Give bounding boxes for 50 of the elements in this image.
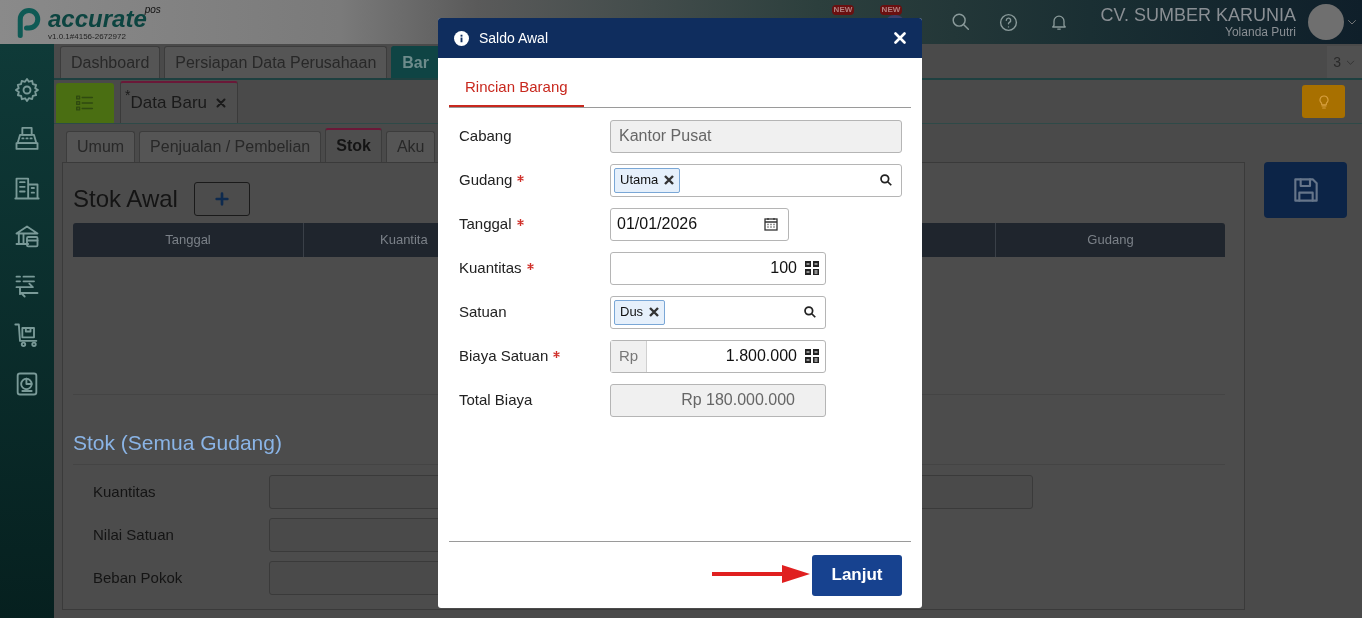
user-name: Yolanda Putri — [1225, 25, 1296, 39]
field-label: Biaya Satuan — [459, 345, 549, 366]
calendar-icon[interactable] — [764, 217, 778, 231]
dialog-tab[interactable]: Rincian Barang — [449, 76, 584, 107]
gear-icon — [13, 76, 41, 104]
info-icon — [454, 30, 469, 46]
company-name: CV. SUMBER KARUNIA — [1100, 5, 1296, 25]
logo-superscript: pos — [144, 3, 161, 15]
cash-register-icon — [13, 125, 41, 153]
field-label: Kuantitas — [459, 257, 522, 278]
tag-chip[interactable]: Utama — [614, 167, 681, 193]
plus-icon — [213, 191, 230, 207]
field-label: Total Biaya — [459, 389, 533, 410]
currency-field[interactable]: Rp 1.800.000 — [610, 339, 826, 373]
tag-search-field[interactable]: Utama — [610, 163, 902, 197]
currency-prefix: Rp — [611, 340, 648, 372]
new-badge: NEW — [879, 5, 903, 15]
field-label: Nilai Satuan — [92, 524, 175, 545]
field-label: Kuantitas — [92, 481, 157, 502]
search-icon[interactable] — [879, 173, 893, 187]
new-badge: NEW — [831, 5, 855, 15]
remove-icon[interactable] — [664, 175, 675, 185]
calculator-icon[interactable] — [805, 349, 819, 363]
save-button[interactable] — [1264, 162, 1347, 218]
summary-title: Stok (Semua Gudang) — [73, 429, 282, 456]
arrow-icon — [712, 564, 810, 584]
field-label: Beban Pokok — [92, 567, 184, 588]
section-title: Stok Awal — [73, 184, 178, 214]
field-label: Cabang — [459, 125, 512, 146]
search-icon[interactable] — [803, 305, 817, 319]
tag-search-field[interactable]: Dus — [610, 295, 826, 329]
main-tab[interactable]: Bar — [391, 46, 440, 78]
field-label: Satuan — [459, 301, 507, 322]
help-icon — [997, 11, 1019, 33]
date-field[interactable]: 01/01/2026 — [610, 207, 789, 241]
version-text: v1.0.1#4156-2672972 — [48, 32, 127, 42]
dialog-title: Saldo Awal — [479, 28, 548, 48]
field-label: Gudang — [459, 169, 513, 190]
avatar[interactable] — [1308, 4, 1344, 40]
list-icon — [74, 92, 96, 114]
number-field[interactable]: 100 — [610, 251, 826, 285]
continue-button[interactable]: Lanjut — [812, 554, 902, 596]
column-header: Gudang — [995, 223, 1225, 257]
column-header: Tanggal — [164, 231, 212, 250]
close-icon[interactable] — [894, 32, 906, 44]
calculator-icon[interactable] — [805, 261, 819, 275]
modified-mark: * — [125, 86, 131, 105]
tag-chip[interactable]: Dus — [614, 299, 666, 325]
close-icon — [215, 97, 227, 109]
remove-icon[interactable] — [649, 307, 660, 317]
